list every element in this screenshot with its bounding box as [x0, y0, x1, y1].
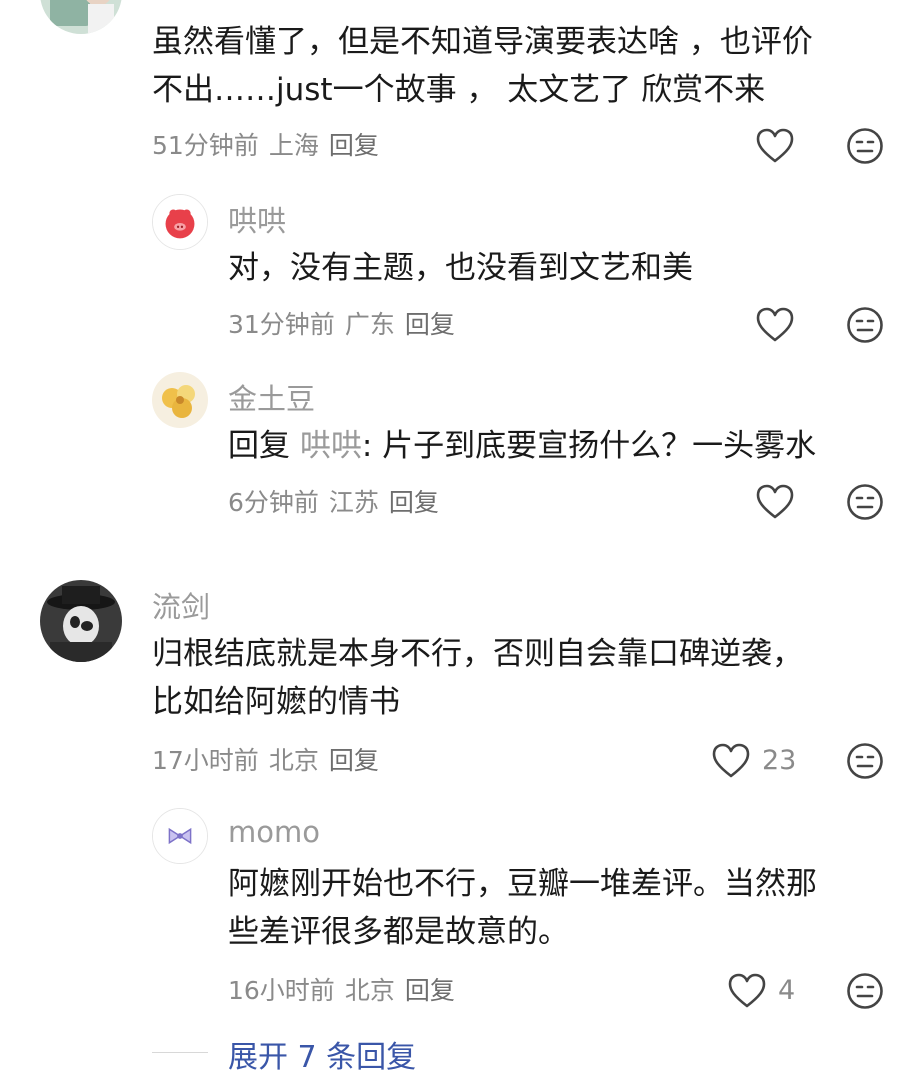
reply-meta: 31分钟前 广东 回复 — [228, 305, 465, 341]
reply-location: 江苏 — [328, 488, 379, 517]
reply-link[interactable]: 回复 — [329, 131, 379, 160]
reply-time: 31分钟前 — [228, 310, 335, 339]
heart-outline-icon[interactable] — [756, 128, 794, 164]
neutral-face-icon[interactable] — [846, 742, 884, 780]
reply-body: : 片子到底要宣扬什么？一头雾水 — [361, 428, 817, 464]
reply-link[interactable]: 回复 — [389, 488, 439, 517]
avatar[interactable] — [152, 808, 208, 864]
comment-text: 虽然看懂了，但是不知道导演要表达啥 ，也评价 不出……just一个故事 ， 太文… — [152, 24, 813, 108]
comment-meta: 17小时前 北京 回复 — [152, 741, 389, 777]
avatar[interactable] — [152, 194, 208, 250]
neutral-face-icon[interactable] — [846, 483, 884, 521]
like-count: 4 — [778, 975, 796, 1006]
reply-link[interactable]: 回复 — [405, 310, 455, 339]
expand-replies-button[interactable]: 展开 7 条回复 — [228, 1032, 416, 1076]
comment-text: 归根结底就是本身不行，否则自会靠口碑逆袭， 比如给阿嬷的情书 — [152, 636, 803, 720]
username[interactable]: 流剑 — [152, 584, 210, 626]
comment-location: 上海 — [268, 131, 319, 160]
username[interactable]: 金土豆 — [228, 376, 315, 418]
comment-location: 北京 — [268, 746, 319, 775]
heart-outline-icon[interactable] — [712, 743, 750, 779]
neutral-face-icon[interactable] — [846, 306, 884, 344]
reply-location: 北京 — [344, 976, 395, 1005]
heart-outline-icon[interactable] — [756, 307, 794, 343]
reply-text: 对，没有主题，也没看到文艺和美 — [228, 250, 693, 286]
reply-link[interactable]: 回复 — [405, 976, 455, 1005]
reply-time: 6分钟前 — [228, 488, 319, 517]
reply-time: 16小时前 — [228, 976, 335, 1005]
comment-time: 17小时前 — [152, 746, 259, 775]
username[interactable]: momo — [228, 815, 320, 849]
reply-text: 阿嬷刚开始也不行，豆瓣一堆差评。当然那 些差评很多都是故意的。 — [228, 866, 817, 950]
avatar[interactable] — [40, 0, 122, 34]
heart-outline-icon[interactable] — [728, 973, 766, 1009]
reply-location: 广东 — [344, 310, 395, 339]
neutral-face-icon[interactable] — [846, 972, 884, 1010]
avatar[interactable] — [40, 580, 122, 662]
reply-prefix: 回复 — [228, 428, 290, 464]
avatar[interactable] — [152, 372, 208, 428]
expand-divider — [152, 1052, 208, 1053]
comment-meta: 51分钟前 上海 回复 — [152, 126, 389, 162]
neutral-face-icon[interactable] — [846, 127, 884, 165]
like-count: 23 — [762, 745, 797, 776]
reply-to-user[interactable]: 哄哄 — [300, 428, 362, 464]
reply-meta: 6分钟前 江苏 回复 — [228, 483, 449, 519]
comment-time: 51分钟前 — [152, 131, 259, 160]
reply-text: 回复 哄哄: 片子到底要宣扬什么？一头雾水 — [228, 422, 816, 470]
username[interactable]: 哄哄 — [228, 198, 286, 240]
heart-outline-icon[interactable] — [756, 484, 794, 520]
reply-link[interactable]: 回复 — [329, 746, 379, 775]
reply-meta: 16小时前 北京 回复 — [228, 971, 465, 1007]
